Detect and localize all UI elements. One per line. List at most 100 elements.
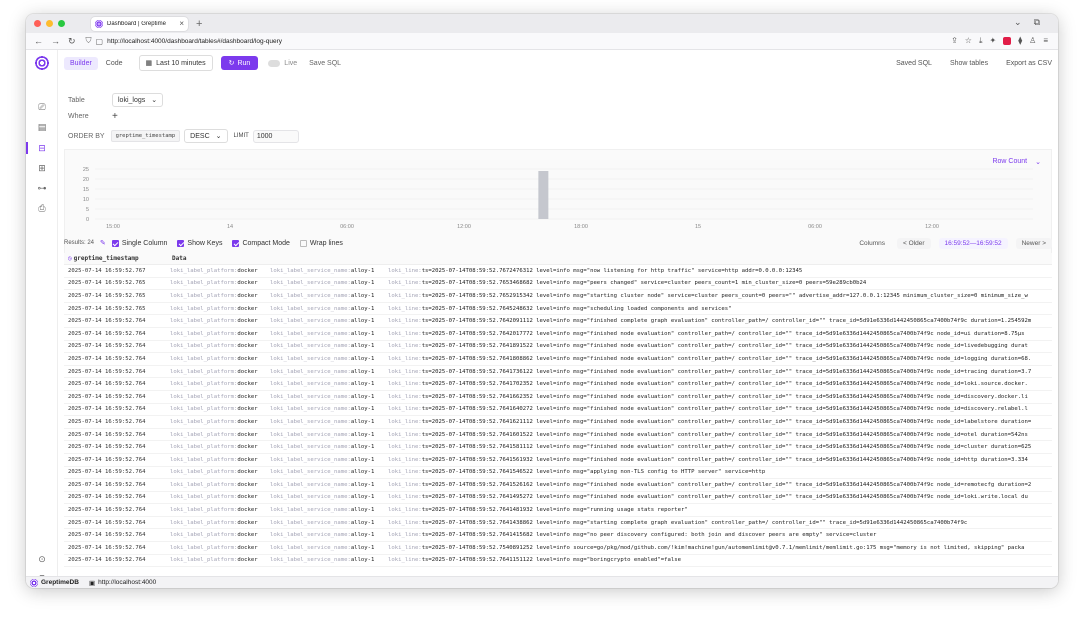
table-row[interactable]: 2025-07-14 16:59:52.764 loki_label_platfo… <box>64 542 1052 555</box>
server-indicator[interactable]: ▣ http://localhost:4000 <box>89 579 156 587</box>
table-row[interactable]: 2025-07-14 16:59:52.764 loki_label_platfo… <box>64 341 1052 354</box>
platform-key: loki_label_platform: <box>170 355 238 362</box>
compact-mode-checkbox[interactable]: Compact Mode <box>232 239 290 247</box>
table-row[interactable]: 2025-07-14 16:59:52.765 loki_label_platfo… <box>64 290 1052 303</box>
row-service: loki_label_service_name:alloy-1 <box>270 268 388 274</box>
server-icon: ▣ <box>88 579 96 587</box>
row-timestamp: 2025-07-14 16:59:52.764 <box>68 494 146 501</box>
table-row[interactable]: 2025-07-14 16:59:52.764 loki_label_platfo… <box>64 328 1052 341</box>
greptime-logo-icon[interactable] <box>34 55 50 71</box>
table-row[interactable]: 2025-07-14 16:59:52.764 loki_label_platfo… <box>64 391 1052 404</box>
line-key: loki_line: <box>388 381 422 388</box>
older-button[interactable]: < Older <box>897 237 931 249</box>
account-icon[interactable]: ♙ <box>1029 36 1036 46</box>
add-condition-icon[interactable]: + <box>112 111 118 122</box>
tab-list-icon[interactable]: ⌄ <box>1014 17 1022 28</box>
single-column-box[interactable] <box>111 239 119 247</box>
table-row[interactable]: 2025-07-14 16:59:52.764 loki_label_platfo… <box>64 479 1052 492</box>
sidebar-log-query-icon[interactable]: ⊟ <box>37 143 47 153</box>
minimize-window-button[interactable] <box>46 20 53 27</box>
code-tab[interactable]: Code <box>100 57 129 70</box>
live-switch[interactable] <box>268 59 281 67</box>
table-row[interactable]: 2025-07-14 16:59:52.764 loki_label_platfo… <box>64 492 1052 505</box>
line-key: loki_line: <box>388 544 422 551</box>
table-row[interactable]: 2025-07-14 16:59:52.764 loki_label_platfo… <box>64 454 1052 467</box>
back-arrow-icon[interactable]: ← <box>34 36 43 46</box>
url-text[interactable]: http://localhost:4000/dashboard/tables#/… <box>107 38 282 45</box>
export-csv-button[interactable]: Export as CSV <box>1006 60 1052 67</box>
table-row[interactable]: 2025-07-14 16:59:52.764 loki_label_platfo… <box>64 353 1052 366</box>
table-row-builder: Table loki_logs ⌄ <box>68 93 164 107</box>
table-row[interactable]: 2025-07-14 16:59:52.764 loki_label_platfo… <box>64 366 1052 379</box>
table-row[interactable]: 2025-07-14 16:59:52.764 loki_label_platfo… <box>64 404 1052 417</box>
bookmark-star-icon[interactable]: ☆ <box>965 36 972 46</box>
url-bar[interactable]: ⛉ ▢ http://localhost:4000/dashboard/tabl… <box>86 36 282 46</box>
single-column-checkbox[interactable]: Single Column <box>111 239 167 247</box>
service-value: alloy-1 <box>350 507 375 514</box>
run-button[interactable]: ↻ Run <box>220 56 259 70</box>
platform-value: docker <box>237 305 258 312</box>
table-row[interactable]: 2025-07-14 16:59:52.764 loki_label_platfo… <box>64 529 1052 543</box>
table-row[interactable]: 2025-07-14 16:59:52.765 loki_label_platfo… <box>64 303 1052 316</box>
sidebar-tables-icon[interactable]: ▤ <box>37 122 47 132</box>
menu-icon[interactable]: ≡ <box>1043 36 1048 46</box>
extensions-puzzle-icon[interactable]: ⧫ <box>1018 36 1022 46</box>
extension-red-icon[interactable] <box>1003 37 1012 45</box>
limit-input[interactable]: 1000 <box>252 129 299 143</box>
table-select[interactable]: loki_logs ⌄ <box>112 93 164 107</box>
table-row[interactable]: 2025-07-14 16:59:52.764 loki_label_platfo… <box>64 315 1052 328</box>
columns-button[interactable]: Columns <box>859 240 885 247</box>
where-label: Where <box>68 113 89 120</box>
edit-pencil-icon[interactable]: ✎ <box>100 239 106 247</box>
sidebar-query-icon[interactable]: ⎚ <box>37 102 47 112</box>
orderby-direction-select[interactable]: DESC ⌄ <box>184 129 228 143</box>
show-keys-checkbox[interactable]: Show Keys <box>177 239 222 247</box>
x-tick-label: 12:00 <box>925 224 939 230</box>
table-row[interactable]: 2025-07-14 16:59:52.764 loki_label_platfo… <box>64 378 1052 391</box>
show-keys-box[interactable] <box>177 239 185 247</box>
chart-bar[interactable] <box>538 171 549 219</box>
orderby-field-select[interactable]: greptime_timestamp <box>110 130 181 142</box>
sidebar-docs-icon[interactable]: ⎙ <box>37 203 47 213</box>
table-row[interactable]: 2025-07-14 16:59:52.767 loki_label_platfo… <box>64 265 1052 278</box>
sidebar-ingest-icon[interactable]: ⊞ <box>37 163 47 173</box>
table-row[interactable]: 2025-07-14 16:59:52.764 loki_label_platfo… <box>64 555 1052 568</box>
builder-tab[interactable]: Builder <box>64 56 98 70</box>
browser-tab[interactable]: Dashboard | Greptime × <box>91 16 188 31</box>
close-window-button[interactable] <box>34 20 41 27</box>
tab-close-icon[interactable]: × <box>179 19 184 28</box>
live-toggle[interactable]: Live <box>268 59 297 67</box>
extension-icon[interactable]: ✦ <box>990 36 997 46</box>
maximize-window-button[interactable] <box>58 20 65 27</box>
newer-button[interactable]: Newer > <box>1015 237 1052 249</box>
timestamp-column-header[interactable]: ◷ greptime_timestamp <box>64 255 170 262</box>
saved-sql-button[interactable]: Saved SQL <box>896 60 932 67</box>
table-row[interactable]: 2025-07-14 16:59:52.765 loki_label_platfo… <box>64 278 1052 291</box>
table-row[interactable]: 2025-07-14 16:59:52.764 loki_label_platfo… <box>64 429 1052 442</box>
sidebar-settings-icon[interactable]: ⊙ <box>37 554 47 564</box>
reload-icon[interactable]: ↻ <box>68 36 76 47</box>
new-tab-icon[interactable]: + <box>196 18 202 30</box>
compact-mode-box[interactable] <box>232 239 240 247</box>
table-row[interactable]: 2025-07-14 16:59:52.764 loki_label_platfo… <box>64 441 1052 454</box>
time-range-button[interactable]: ▦ Last 10 minutes <box>138 55 213 71</box>
wrap-lines-box[interactable] <box>299 239 307 247</box>
download-icon[interactable]: ⤓ <box>979 36 983 46</box>
platform-value: docker <box>237 343 258 350</box>
row-service: loki_label_service_name:alloy-1 <box>270 394 388 400</box>
sidebar-pipeline-icon[interactable]: ⊶ <box>37 183 47 193</box>
chart-plot[interactable]: 0 5 10 15 20 25 15:00 14 06:00 12:00 18:00 15 06:00 1… <box>65 165 1053 245</box>
table-row[interactable]: 2025-07-14 16:59:52.764 loki_label_platfo… <box>64 416 1052 429</box>
window-menu-icon[interactable]: ⧉ <box>1034 17 1040 28</box>
row-line: loki_line:ts=2025-07-14T08:59:52.7641151… <box>388 557 1052 563</box>
service-key: loki_label_service_name: <box>270 343 351 350</box>
translate-icon[interactable]: ⇪ <box>951 36 958 46</box>
table-row[interactable]: 2025-07-14 16:59:52.764 loki_label_platfo… <box>64 467 1052 480</box>
save-sql-button[interactable]: Save SQL <box>309 60 341 67</box>
table-row[interactable]: 2025-07-14 16:59:52.764 loki_label_platfo… <box>64 504 1052 517</box>
show-tables-button[interactable]: Show tables <box>950 60 988 67</box>
table-row[interactable]: 2025-07-14 16:59:52.764 loki_label_platfo… <box>64 517 1052 530</box>
row-line: loki_line:ts=2025-07-14T08:59:52.7641808… <box>388 356 1052 362</box>
forward-arrow-icon[interactable]: → <box>51 36 60 46</box>
wrap-lines-checkbox[interactable]: Wrap lines <box>299 239 343 247</box>
